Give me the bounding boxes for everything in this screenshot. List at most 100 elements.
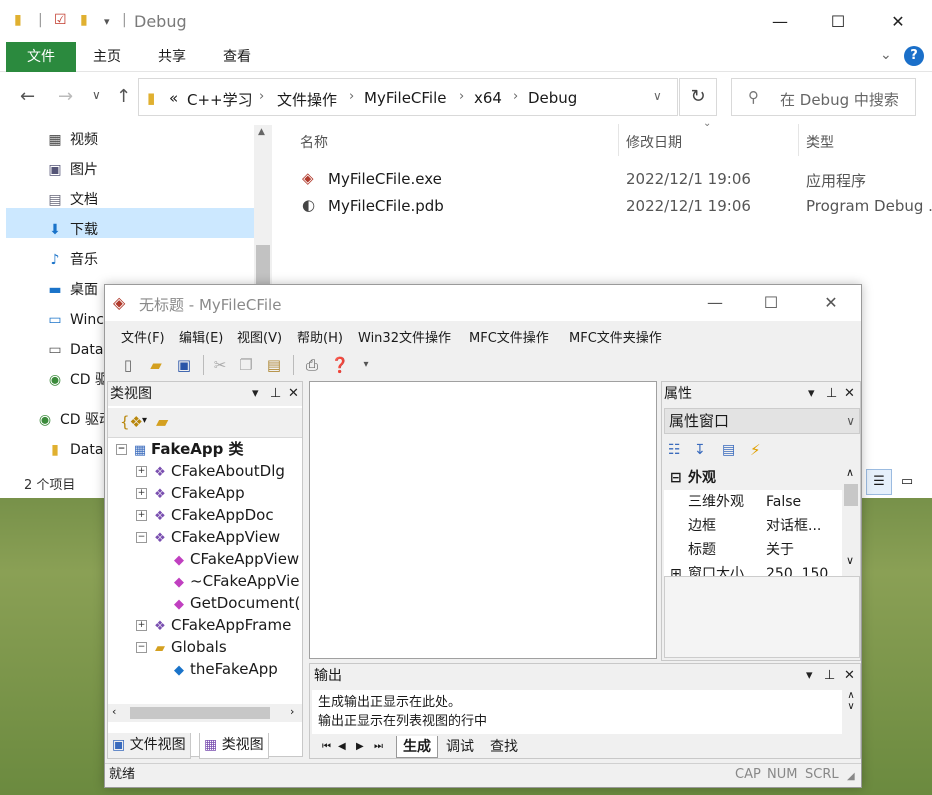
tree-item-variable[interactable]: ◆ theFakeApp	[170, 658, 278, 680]
new-document-icon[interactable]: ▯	[117, 354, 139, 376]
expand-icon[interactable]: +	[136, 510, 147, 521]
back-arrow-icon[interactable]: ←	[20, 86, 35, 107]
file-row[interactable]: ◐ MyFileCFile.pdb 2022/12/1 19:06 Progra…	[298, 193, 932, 220]
breadcrumb-item[interactable]: x64	[474, 89, 502, 107]
tab-home[interactable]: 主页	[93, 42, 121, 72]
tree-item-method[interactable]: ◆ ~CFakeAppVie	[170, 570, 300, 592]
menu-mfc-file-ops[interactable]: MFC文件操作	[469, 327, 549, 346]
scroll-down-icon[interactable]: ∨	[842, 701, 860, 712]
tab-file-view[interactable]: ▣ 文件视图	[107, 733, 191, 759]
property-value[interactable]: 250, 150	[766, 562, 828, 576]
nav-item-music[interactable]: ♪ 音乐	[46, 247, 98, 273]
collapse-icon[interactable]: −	[116, 444, 127, 455]
expand-icon[interactable]: ⊞	[670, 562, 682, 576]
menu-mfc-folder-ops[interactable]: MFC文件夹操作	[569, 327, 662, 346]
new-folder-icon[interactable]: ▮	[80, 12, 88, 28]
chevron-down-icon[interactable]: ∨	[653, 89, 662, 103]
categorized-icon[interactable]: ☷	[668, 442, 681, 458]
chevron-right-icon[interactable]: ›	[459, 89, 464, 104]
document-view[interactable]	[309, 381, 657, 659]
print-icon[interactable]: ⎙	[301, 354, 323, 376]
property-row[interactable]: 三维外观 False	[664, 490, 842, 514]
properties-icon[interactable]: ☑	[54, 12, 67, 28]
address-bar[interactable]: ▮ « C++学习 › 文件操作 › MyFileCFile › x64 › D…	[138, 78, 678, 116]
nav-item-pictures[interactable]: ▣ 图片	[46, 157, 98, 183]
column-divider[interactable]	[798, 124, 799, 156]
menu-help[interactable]: 帮助(H)	[297, 327, 343, 346]
tab-share[interactable]: 共享	[158, 42, 186, 72]
tab-find[interactable]: 查找	[484, 736, 524, 758]
breadcrumb-overflow[interactable]: «	[169, 89, 178, 107]
up-arrow-icon[interactable]: ↑	[116, 86, 131, 107]
property-row[interactable]: ⊞ 窗口大小 250, 150	[664, 562, 842, 576]
scrollbar-thumb[interactable]	[130, 707, 270, 719]
pin-icon[interactable]: ⊥	[270, 382, 281, 406]
collapse-icon[interactable]: ⊟	[670, 466, 682, 490]
tab-build[interactable]: 生成	[396, 736, 438, 758]
nav-item-cd-drive[interactable]: ◉ CD 驱	[46, 367, 109, 393]
collapse-icon[interactable]: −	[136, 642, 147, 653]
menu-win32-file-ops[interactable]: Win32文件操作	[358, 327, 451, 346]
pin-icon[interactable]: ⊥	[826, 382, 837, 406]
last-tab-icon[interactable]: ⏭	[368, 736, 389, 758]
menu-edit[interactable]: 编辑(E)	[179, 327, 223, 346]
property-value[interactable]: 对话框...	[766, 514, 821, 538]
nav-item-videos[interactable]: ▦ 视频	[46, 127, 98, 153]
chevron-down-icon[interactable]: ▾	[142, 415, 147, 426]
tree-item-class[interactable]: + ❖ CFakeApp	[136, 482, 245, 504]
property-pages-icon[interactable]: ▤	[722, 442, 735, 458]
column-header-name[interactable]: 名称	[300, 132, 328, 152]
scroll-left-icon[interactable]: ‹	[112, 705, 116, 718]
scroll-up-icon[interactable]: ∧	[842, 690, 860, 701]
chevron-right-icon[interactable]: ›	[259, 89, 264, 104]
output-scrollbar[interactable]: ∧ ∨	[842, 690, 860, 734]
minimize-button[interactable]: —	[760, 8, 800, 36]
tree-item-class[interactable]: + ❖ CFakeAppDoc	[136, 504, 274, 526]
close-icon[interactable]: ✕	[844, 664, 855, 688]
property-group[interactable]: ⊟ 外观	[664, 466, 842, 490]
menu-view[interactable]: 视图(V)	[237, 327, 282, 346]
expand-icon[interactable]: +	[136, 488, 147, 499]
scroll-right-icon[interactable]: ›	[290, 705, 294, 718]
tree-root[interactable]: − ▦ FakeApp 类	[116, 438, 244, 460]
large-icons-view-icon[interactable]: ▭	[894, 469, 920, 495]
customize-quick-access-icon[interactable]: ▾	[104, 15, 110, 28]
events-lightning-icon[interactable]: ⚡	[750, 441, 761, 459]
tab-view[interactable]: 查看	[223, 42, 251, 72]
open-folder-icon[interactable]: ▰	[145, 354, 167, 376]
sort-icon[interactable]: {❖	[120, 413, 143, 431]
pane-menu-icon[interactable]: ▾	[806, 664, 813, 688]
property-row[interactable]: 标题 关于	[664, 538, 842, 562]
copy-icon[interactable]: ❐	[235, 354, 257, 376]
breadcrumb-item[interactable]: MyFileCFile	[364, 89, 447, 107]
chevron-right-icon[interactable]: ›	[349, 89, 354, 104]
maximize-button[interactable]: ☐	[751, 289, 791, 317]
tree-item-folder[interactable]: − ▰ Globals	[136, 636, 227, 658]
nav-item-data-folder[interactable]: ▮ Data	[46, 437, 103, 463]
prev-tab-icon[interactable]: ◀	[332, 736, 352, 758]
object-selector-dropdown[interactable]: 属性窗口 ∨	[664, 408, 860, 434]
expand-icon[interactable]: +	[136, 466, 147, 477]
tree-item-method[interactable]: ◆ CFakeAppView	[170, 548, 299, 570]
forward-arrow-icon[interactable]: →	[58, 86, 73, 107]
close-button[interactable]: ✕	[811, 289, 851, 317]
tree-item-class[interactable]: + ❖ CFakeAboutDlg	[136, 460, 285, 482]
column-header-date[interactable]: 修改日期	[626, 132, 682, 152]
collapse-icon[interactable]: −	[136, 532, 147, 543]
about-help-icon[interactable]: ❓	[329, 354, 351, 376]
file-row[interactable]: ◈ MyFileCFile.exe 2022/12/1 19:06 应用程序	[298, 166, 932, 193]
pane-menu-icon[interactable]: ▾	[808, 382, 815, 406]
minimize-button[interactable]: —	[695, 289, 735, 317]
menu-file[interactable]: 文件(F)	[121, 327, 165, 346]
scrollbar-thumb[interactable]	[844, 484, 858, 506]
tab-class-view[interactable]: ▦ 类视图	[199, 733, 269, 759]
output-text-list[interactable]: 生成输出正显示在此处。 输出正显示在列表视图的行中	[312, 690, 842, 734]
paste-icon[interactable]: ▤	[263, 354, 285, 376]
nav-item-cd-drive-2[interactable]: ◉ CD 驱动	[36, 407, 113, 433]
properties-scrollbar[interactable]: ∧ ∨	[842, 466, 860, 572]
breadcrumb-item[interactable]: Debug	[528, 89, 577, 107]
refresh-button[interactable]: ↻	[679, 78, 717, 116]
save-icon[interactable]: ▣	[173, 354, 195, 376]
cut-icon[interactable]: ✂	[209, 354, 231, 376]
nav-item-documents[interactable]: ▤ 文档	[46, 187, 98, 213]
